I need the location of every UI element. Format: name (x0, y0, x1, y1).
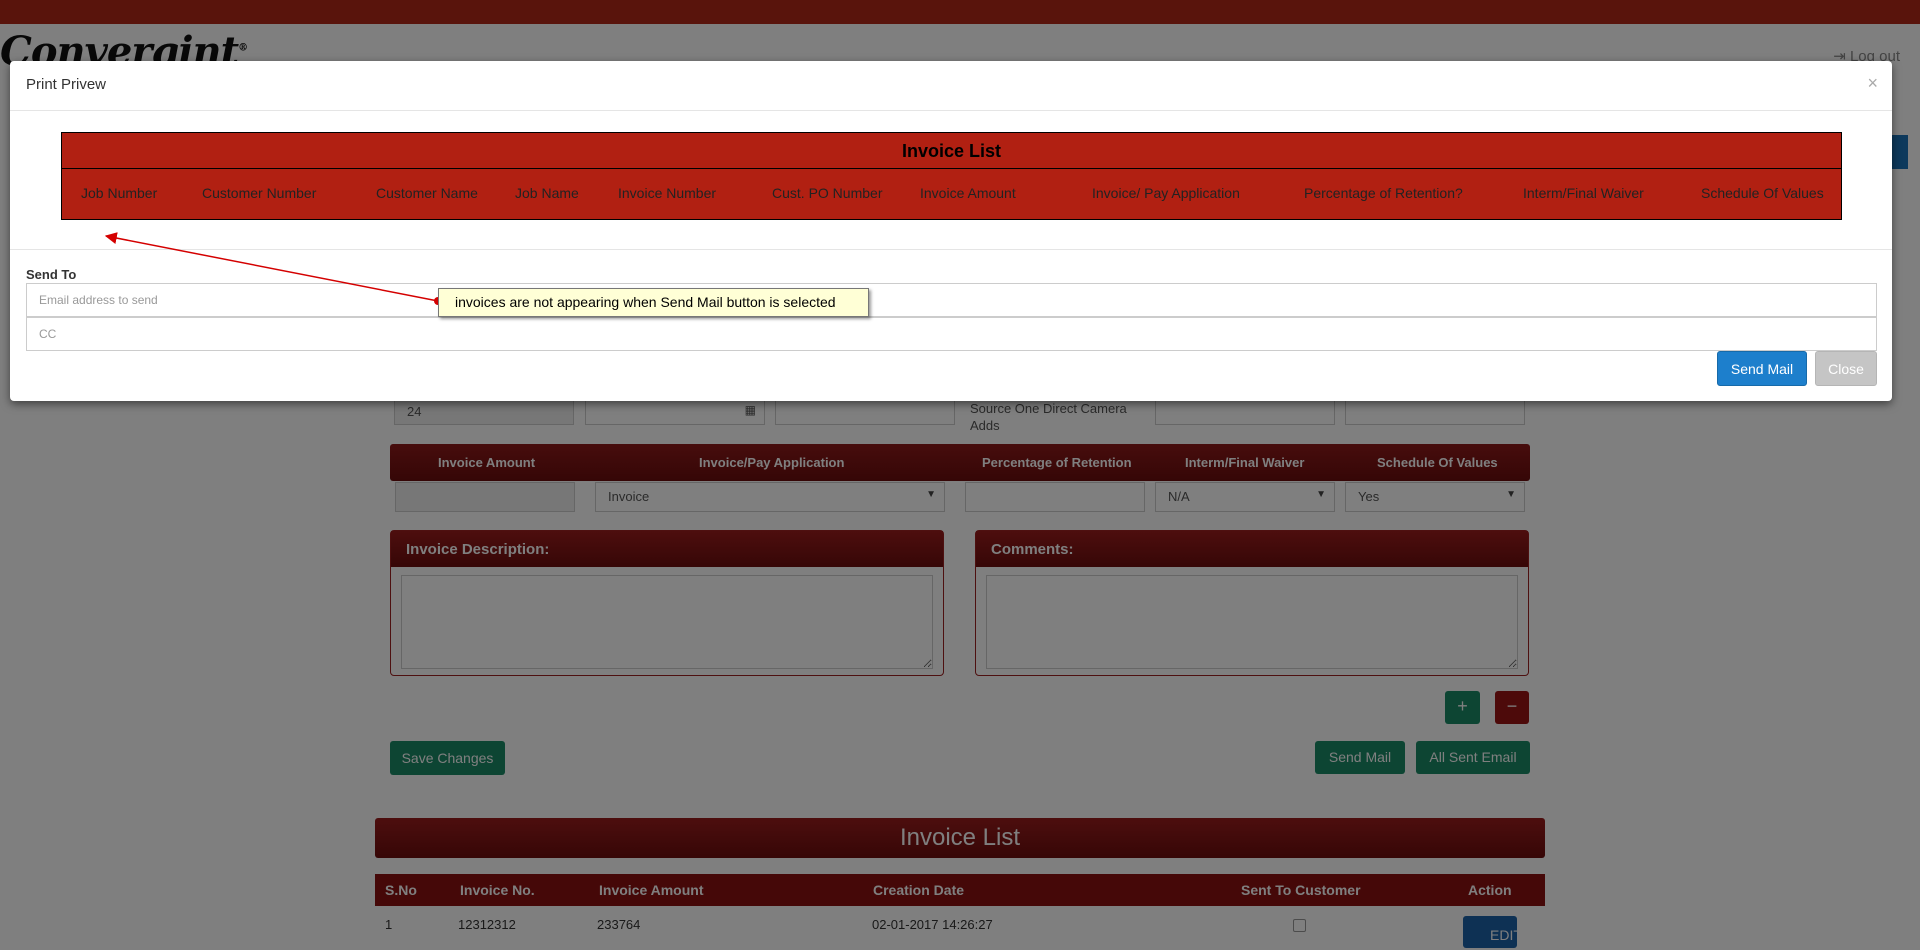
annotation-note: invoices are not appearing when Send Mai… (438, 288, 869, 317)
modal-send-mail-button[interactable]: Send Mail (1717, 351, 1807, 386)
close-icon[interactable]: × (1867, 73, 1878, 94)
modal-title: Print Privew (26, 76, 107, 93)
preview-col-retention: Percentage of Retention? (1304, 185, 1463, 201)
preview-col-schedule: Schedule Of Values (1701, 185, 1824, 201)
modal-divider (10, 249, 1892, 250)
preview-invoice-table: Invoice List Job Number Customer Number … (61, 132, 1842, 220)
modal-close-button[interactable]: Close (1815, 351, 1877, 386)
preview-col-customer-name: Customer Name (376, 185, 478, 201)
preview-table-title: Invoice List (62, 133, 1841, 169)
email-field[interactable] (26, 283, 1877, 317)
preview-table-header: Job Number Customer Number Customer Name… (62, 169, 1841, 219)
preview-col-job-name: Job Name (515, 185, 579, 201)
preview-col-invoice-number: Invoice Number (618, 185, 717, 201)
preview-col-customer-number: Customer Number (202, 185, 317, 201)
preview-col-job-number: Job Number (81, 185, 158, 201)
preview-col-po-number: Cust. PO Number (772, 185, 883, 201)
cc-field[interactable] (26, 317, 1877, 351)
preview-col-invoice-amount: Invoice Amount (920, 185, 1016, 201)
print-preview-modal: Print Privew × Invoice List Job Number C… (10, 61, 1892, 401)
send-to-label: Send To (26, 267, 77, 282)
modal-header: Print Privew × (10, 61, 1892, 111)
preview-col-pay-application: Invoice/ Pay Application (1092, 185, 1240, 201)
preview-col-waiver: Interm/Final Waiver (1523, 185, 1644, 201)
